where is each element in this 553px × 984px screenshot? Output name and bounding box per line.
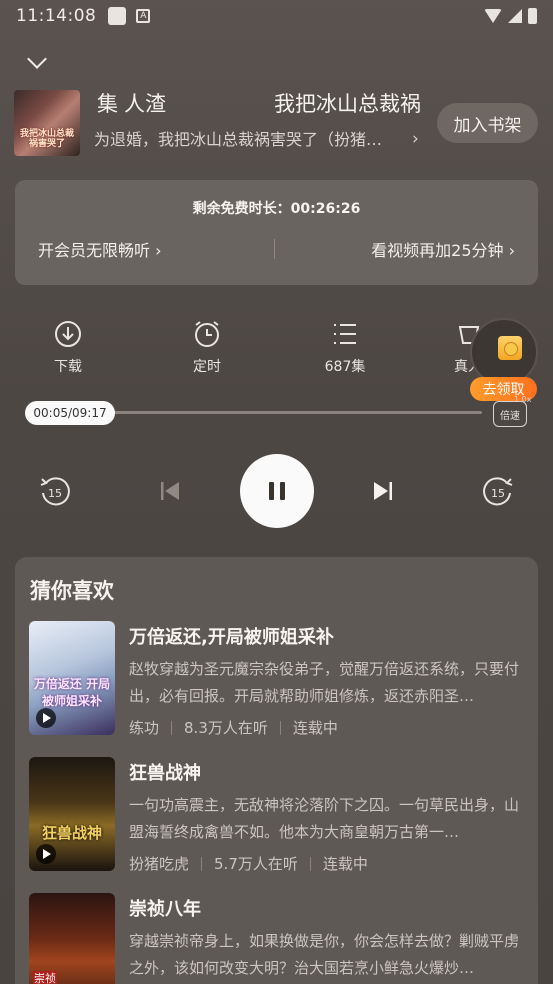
- free-time-card: 剩余免费时长：00:26:26 开会员无限畅听 › 看视频再加25分钟 ›: [15, 180, 538, 285]
- progress-thumb-time[interactable]: 00:05/09:17: [25, 401, 115, 425]
- book-cover[interactable]: 我把冰山总裁祸害哭了: [14, 90, 80, 156]
- episodes-label: 687集: [324, 359, 366, 375]
- add-to-shelf-button[interactable]: 加入书架: [437, 103, 538, 143]
- book-description: 穿越崇祯帝身上，如果换做是你，你会怎样去做？剿贼平虏之外，该如何改变大明？治大国…: [129, 932, 520, 977]
- forward-label: 15: [491, 487, 505, 500]
- wifi-icon: [484, 9, 502, 23]
- rewind-icon: 15: [40, 477, 70, 506]
- book-cover-title: 我把冰山总裁祸害哭了: [19, 129, 74, 150]
- book-author: 练功: [129, 719, 160, 737]
- list-item[interactable]: 万倍返还 开局被师姐采补 万倍返还,开局被师姐采补 赵牧穿越为圣元魔宗杂役弟子，…: [29, 621, 529, 741]
- reward-coin-button[interactable]: [470, 318, 538, 386]
- play-icon: [36, 708, 56, 728]
- download-button[interactable]: 下载: [28, 318, 108, 376]
- battery-icon: [528, 8, 537, 24]
- book-cover: 万倍返还 开局被师姐采补: [29, 621, 115, 735]
- chevron-right-icon[interactable]: ›: [412, 129, 419, 149]
- recommendations-panel: 猜你喜欢 万倍返还 开局被师姐采补 万倍返还,开局被师姐采补 赵牧穿越为圣元魔宗…: [15, 557, 538, 984]
- next-icon: [374, 482, 392, 500]
- book-description: 赵牧穿越为圣元魔宗杂役弟子，觉醒万倍返还系统，只要付出，必有回报。开局就帮助师姐…: [129, 660, 520, 705]
- book-subtitle-link[interactable]: 为退婚，我把冰山总裁祸害哭了（扮猪…: [94, 126, 424, 150]
- gold-coin-icon: [498, 336, 522, 360]
- book-cover: 狂兽战神: [29, 757, 115, 871]
- recommendations-title: 猜你喜欢: [30, 579, 114, 603]
- signal-icon: [508, 9, 522, 23]
- rewind-15-button[interactable]: 15: [36, 472, 74, 510]
- pause-button[interactable]: [240, 454, 314, 528]
- book-title: 狂兽战神: [129, 763, 201, 784]
- book-listeners: 8.3万人在听: [184, 719, 268, 737]
- app-notification-icon: A: [136, 9, 151, 23]
- episodes-button[interactable]: 687集: [305, 318, 385, 376]
- notification-icon: [108, 7, 127, 25]
- fast-forward-icon: 15: [483, 477, 513, 506]
- collapse-chevron-icon[interactable]: [26, 50, 50, 70]
- episode-title: 集人渣 我把冰山总裁祸: [97, 88, 427, 118]
- episode-title-part: 集: [97, 92, 118, 116]
- book-title: 崇祯八年: [129, 899, 201, 920]
- pause-icon: [280, 482, 285, 500]
- list-item[interactable]: 崇祯八年 崇祯八年 穿越崇祯帝身上，如果换做是你，你会怎样去做？剿贼平虏之外，该…: [29, 893, 529, 984]
- book-cover-title: 狂兽战神: [41, 824, 102, 842]
- download-icon: [55, 321, 81, 347]
- episode-title-part: 人渣: [124, 92, 166, 116]
- timer-button[interactable]: 定时: [167, 318, 247, 376]
- watch-video-label: 看视频再加25分钟: [371, 241, 504, 260]
- book-title: 万倍返还,开局被师姐采补: [129, 627, 334, 648]
- book-cover: 崇祯八年: [29, 893, 115, 984]
- pause-icon: [269, 482, 274, 500]
- download-label: 下载: [54, 359, 82, 375]
- book-cover-title: 万倍返还 开局被师姐采补: [33, 677, 111, 708]
- book-author: 扮猪吃虎: [129, 855, 190, 873]
- divider: [274, 239, 275, 259]
- watch-video-link[interactable]: 看视频再加25分钟 ›: [371, 237, 515, 261]
- book-status: 连载中: [322, 855, 368, 873]
- book-description: 一句功高震主，无敌神将沦落阶下之囚。一句草民出身，山盟海誓终成禽兽不如。他本为大…: [129, 796, 520, 841]
- book-meta: 练功 8.3万人在听 连载中: [129, 717, 338, 738]
- previous-icon: [161, 482, 179, 500]
- book-meta: 扮猪吃虎 5.7万人在听 连载中: [129, 853, 368, 874]
- speed-button[interactable]: 倍速: [493, 401, 527, 427]
- status-time: 11:14:08: [16, 6, 97, 26]
- book-cover-title: 崇祯八年: [33, 970, 57, 984]
- book-listeners: 5.7万人在听: [214, 855, 298, 873]
- status-icons: [484, 8, 537, 24]
- next-button[interactable]: [368, 476, 398, 506]
- vip-unlimited-link[interactable]: 开会员无限畅听 ›: [38, 237, 162, 261]
- rewind-label: 15: [48, 487, 62, 500]
- play-icon: [36, 844, 56, 864]
- alarm-clock-icon: [195, 321, 219, 347]
- vip-unlimited-label: 开会员无限畅听: [38, 241, 151, 260]
- previous-button[interactable]: [155, 476, 185, 506]
- status-bar: 11:14:08 A: [0, 0, 553, 32]
- list-icon: [334, 324, 356, 344]
- free-time-remaining: 剩余免费时长：00:26:26: [192, 201, 361, 217]
- timer-label: 定时: [193, 359, 221, 375]
- forward-15-button[interactable]: 15: [479, 472, 517, 510]
- book-status: 连载中: [292, 719, 338, 737]
- episode-title-part: 我把冰山总裁祸: [274, 92, 421, 116]
- list-item[interactable]: 狂兽战神 狂兽战神 一句功高震主，无敌神将沦落阶下之囚。一句草民出身，山盟海誓终…: [29, 757, 529, 877]
